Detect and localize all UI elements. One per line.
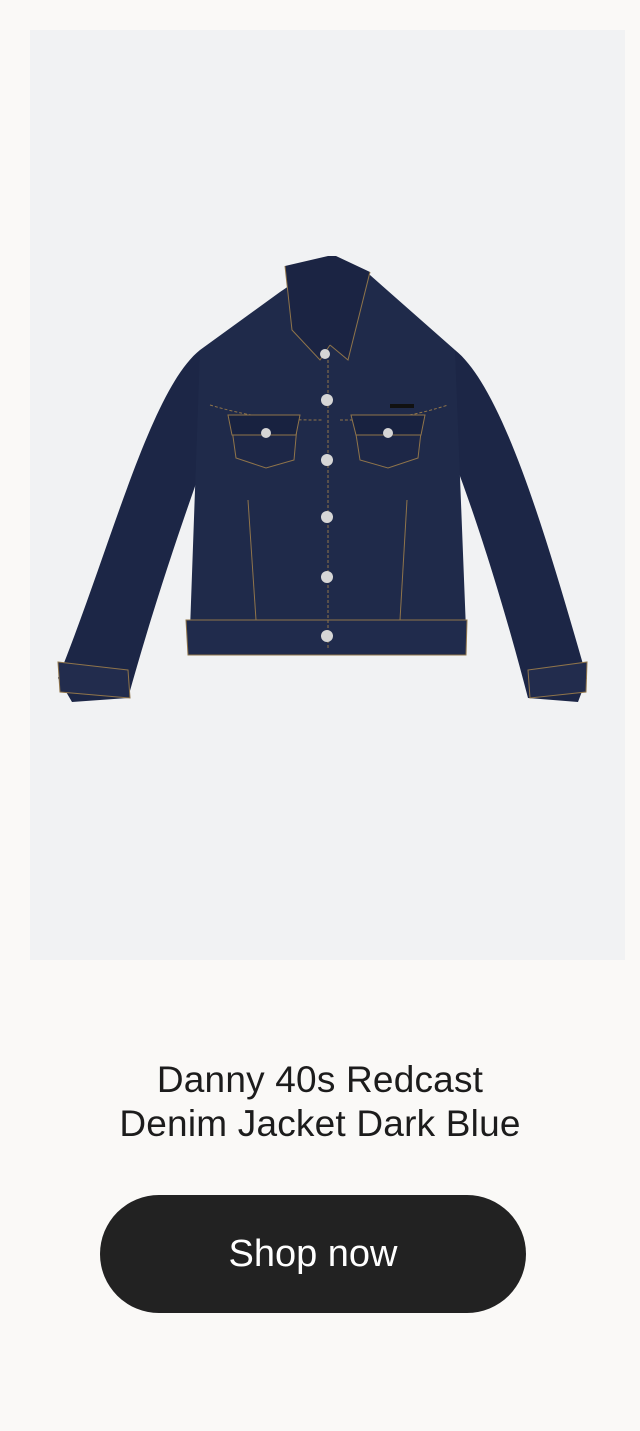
- product-title-line-1: Danny 40s Redcast: [156, 1059, 484, 1100]
- denim-jacket-image: [57, 256, 588, 702]
- product-title-line-2: Denim Jacket Dark Blue: [119, 1103, 521, 1144]
- product-title: Danny 40s Redcast Denim Jacket Dark Blue: [0, 1058, 640, 1146]
- shop-now-button[interactable]: Shop now: [100, 1195, 526, 1313]
- product-image[interactable]: [30, 30, 625, 960]
